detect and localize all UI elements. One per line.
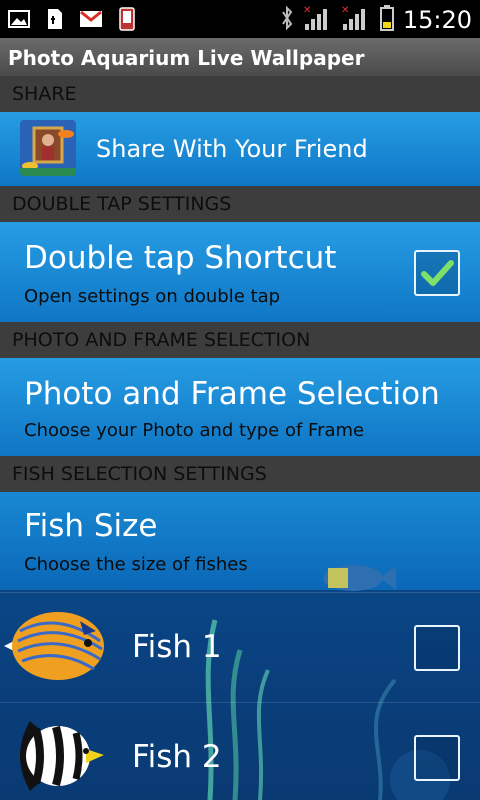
angelfish-yellow-icon (4, 612, 104, 680)
fish-2-checkbox[interactable] (414, 735, 460, 781)
section-header-fish-selection: FISH SELECTION SETTINGS (0, 456, 480, 492)
photo-frame-selection-item[interactable]: Photo and Frame Selection Choose your Ph… (0, 358, 480, 456)
section-header-double-tap: DOUBLE TAP SETTINGS (0, 186, 480, 222)
share-with-friend-item[interactable]: Share With Your Friend (0, 112, 480, 186)
status-time: 15:20 (402, 6, 472, 34)
fish-1-item[interactable]: Fish 1 (0, 592, 480, 702)
photo-frame-title: Photo and Frame Selection (24, 376, 440, 412)
fish-2-item[interactable]: Fish 2 (0, 702, 480, 800)
fish-1-label: Fish 1 (132, 629, 222, 665)
section-header-label: FISH SELECTION SETTINGS (12, 463, 267, 485)
gmail-icon (78, 6, 104, 32)
section-header-label: DOUBLE TAP SETTINGS (12, 193, 232, 215)
page-title: Photo Aquarium Live Wallpaper (8, 46, 365, 70)
section-header-label: SHARE (12, 83, 77, 105)
double-tap-title: Double tap Shortcut (24, 240, 337, 276)
fish-size-title: Fish Size (24, 508, 158, 544)
svg-text:✕: ✕ (341, 5, 349, 16)
double-tap-summary: Open settings on double tap (24, 286, 281, 307)
battery-icon (379, 5, 395, 35)
fish-size-summary: Choose the size of fishes (24, 554, 248, 575)
app-title-bar: Photo Aquarium Live Wallpaper (0, 38, 480, 76)
double-tap-checkbox[interactable] (414, 250, 460, 296)
angelfish-black-icon (20, 721, 104, 791)
file-icon (42, 6, 68, 32)
share-label: Share With Your Friend (96, 135, 368, 163)
double-tap-shortcut-item[interactable]: Double tap Shortcut Open settings on dou… (0, 222, 480, 322)
signal-icon: ✕ (303, 4, 333, 36)
bluetooth-icon (279, 5, 295, 35)
fish-size-item[interactable]: Fish Size Choose the size of fishes (0, 492, 480, 591)
fish-1-checkbox[interactable] (414, 625, 460, 671)
section-header-share: SHARE (0, 76, 480, 112)
fish-2-label: Fish 2 (132, 739, 222, 775)
photo-frame-summary: Choose your Photo and type of Frame (24, 420, 365, 441)
status-bar: ✕ ✕ 15:20 (0, 0, 480, 38)
section-header-photo-frame: PHOTO AND FRAME SELECTION (0, 322, 480, 358)
svg-text:✕: ✕ (303, 5, 311, 16)
gallery-icon (6, 6, 32, 32)
phone-icon (114, 6, 140, 32)
signal-icon: ✕ (341, 4, 371, 36)
app-thumbnail-icon (20, 120, 76, 176)
checkmark-icon (421, 260, 454, 286)
section-header-label: PHOTO AND FRAME SELECTION (12, 329, 311, 351)
